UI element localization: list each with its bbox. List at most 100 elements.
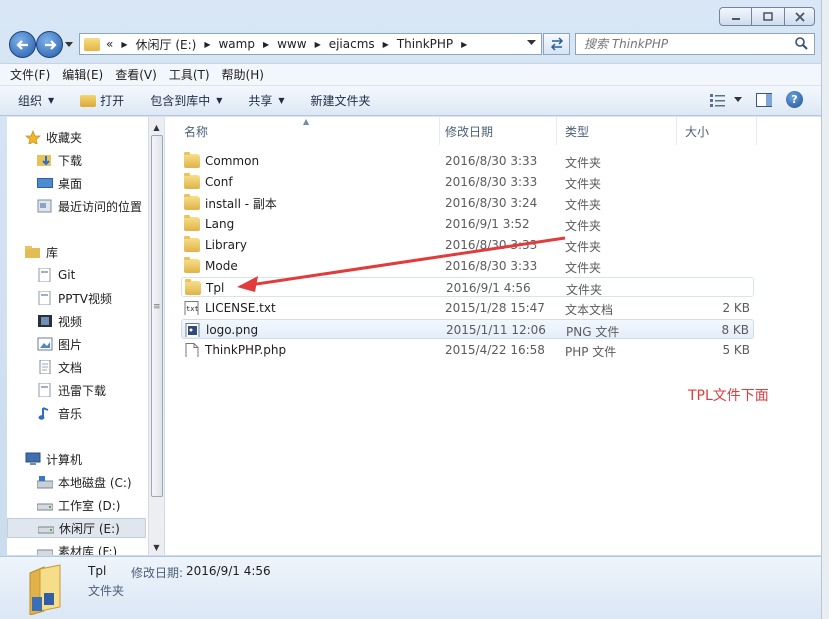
breadcrumb-overflow[interactable]: « xyxy=(106,37,113,51)
sidebar-item-desktop[interactable]: 桌面 xyxy=(37,173,82,193)
column-header-size[interactable]: 大小 xyxy=(677,117,757,145)
column-size-label: 大小 xyxy=(685,124,710,139)
menu-help[interactable]: 帮助(H) xyxy=(222,66,264,83)
file-row[interactable]: logo.png 2015/1/11 12:06 PNG 文件 8 KB xyxy=(181,319,754,339)
file-type: 文件夹 xyxy=(565,177,602,191)
sidebar-item-drive-e[interactable]: 休闲厅 (E:) xyxy=(7,518,146,538)
sidebar-item-label: Git xyxy=(58,268,76,282)
sidebar-scrollbar[interactable]: ▲ ≡ ▼ xyxy=(148,117,164,555)
breadcrumb-item[interactable]: ThinkPHP xyxy=(397,37,453,51)
sidebar-item-music[interactable]: 音乐 xyxy=(37,403,82,423)
sidebar-item-downloads[interactable]: 下载 xyxy=(37,150,82,170)
address-history-dropdown[interactable] xyxy=(527,39,536,49)
xunlei-library-icon xyxy=(38,383,51,397)
music-icon xyxy=(38,407,49,420)
scroll-up-icon[interactable]: ▲ xyxy=(149,119,164,135)
folder-icon xyxy=(184,215,200,231)
column-name-label: 名称 xyxy=(184,124,209,139)
column-header-type[interactable]: 类型 xyxy=(557,117,677,145)
menu-edit[interactable]: 编辑(E) xyxy=(62,66,103,83)
file-row[interactable]: Common 2016/8/30 3:33 文件夹 xyxy=(181,151,754,171)
file-date: 2016/9/1 3:52 xyxy=(445,217,530,231)
sidebar-item-label: PPTV视频 xyxy=(58,291,113,306)
sidebar-item-label: 迅雷下载 xyxy=(58,383,107,398)
file-size: 5 KB xyxy=(722,343,750,357)
menu-view[interactable]: 查看(V) xyxy=(115,66,157,83)
explorer-window: « ▶ 休闲厅 (E:) ▶ wamp ▶ www ▶ ejiacms ▶ Th… xyxy=(0,0,829,619)
preview-pane-icon[interactable] xyxy=(756,92,772,107)
address-bar[interactable]: « ▶ 休闲厅 (E:) ▶ wamp ▶ www ▶ ejiacms ▶ Th… xyxy=(79,33,542,55)
breadcrumb-separator-icon[interactable]: ▶ xyxy=(461,40,467,49)
maximize-button[interactable] xyxy=(752,7,785,26)
sidebar-item-label: 素材库 (F:) xyxy=(58,544,118,556)
breadcrumb-item[interactable]: wamp xyxy=(218,37,254,51)
sidebar-item-videos[interactable]: 视频 xyxy=(37,311,82,331)
breadcrumb-item[interactable]: www xyxy=(277,37,306,51)
sidebar-favorites[interactable]: 收藏夹 xyxy=(25,127,82,147)
file-type: 文件夹 xyxy=(565,219,602,233)
organize-button[interactable]: 组织 ▼ xyxy=(18,92,54,109)
search-icon[interactable] xyxy=(795,37,808,50)
sidebar-item-git[interactable]: Git xyxy=(37,265,75,285)
sidebar-item-label: 图片 xyxy=(58,337,83,352)
close-button[interactable] xyxy=(785,7,815,26)
file-row[interactable]: txt LICENSE.txt 2015/1/28 15:47 文本文档 2 KB xyxy=(181,298,754,318)
sidebar-computer[interactable]: 计算机 xyxy=(25,449,82,469)
breadcrumb-item[interactable]: ejiacms xyxy=(329,37,375,51)
refresh-button[interactable] xyxy=(543,33,570,55)
file-row[interactable]: install - 副本 2016/8/30 3:24 文件夹 xyxy=(181,193,754,213)
organize-label: 组织 xyxy=(18,94,43,108)
sidebar-item-pptv[interactable]: PPTV视频 xyxy=(37,288,112,308)
file-date: 2016/9/1 4:56 xyxy=(446,281,531,295)
scroll-thumb[interactable] xyxy=(151,135,163,497)
file-row[interactable]: Mode 2016/8/30 3:33 文件夹 xyxy=(181,256,754,276)
sidebar-item-documents[interactable]: 文档 xyxy=(37,357,82,377)
menu-file[interactable]: 文件(F) xyxy=(10,66,50,83)
column-header-date[interactable]: 修改日期 xyxy=(437,117,557,145)
file-row[interactable]: Tpl 2016/9/1 4:56 文件夹 xyxy=(181,277,754,297)
sidebar-item-drive-d[interactable]: 工作室 (D:) xyxy=(37,495,120,515)
sidebar-item-xunlei[interactable]: 迅雷下载 xyxy=(37,380,106,400)
file-row[interactable]: Lang 2016/9/1 3:52 文件夹 xyxy=(181,214,754,234)
folder-icon xyxy=(184,194,200,210)
details-pane: Tpl 修改日期: 2016/9/1 4:56 文件夹 xyxy=(0,556,821,619)
pptv-library-icon xyxy=(38,291,51,305)
sidebar-item-drive-c[interactable]: 本地磁盘 (C:) xyxy=(37,472,132,492)
change-view-button[interactable] xyxy=(710,93,742,107)
share-button[interactable]: 共享 ▼ xyxy=(248,92,284,109)
file-name: LICENSE.txt xyxy=(205,301,276,315)
breadcrumb-separator-icon[interactable]: ▶ xyxy=(204,40,210,49)
sidebar-item-drive-f[interactable]: 素材库 (F:) xyxy=(37,541,117,555)
details-view-icon xyxy=(710,93,725,107)
breadcrumb-separator-icon[interactable]: ▶ xyxy=(315,40,321,49)
forward-button[interactable] xyxy=(36,31,63,58)
sidebar-item-recent-places[interactable]: 最近访问的位置 xyxy=(37,196,142,216)
sidebar-item-pictures[interactable]: 图片 xyxy=(37,334,82,354)
help-icon[interactable]: ? xyxy=(786,91,803,108)
breadcrumb-separator-icon[interactable]: ▶ xyxy=(383,40,389,49)
minimize-button[interactable] xyxy=(719,7,752,26)
recent-pages-dropdown[interactable] xyxy=(65,41,73,49)
file-row[interactable]: Library 2016/8/30 3:33 文件夹 xyxy=(181,235,754,255)
new-folder-button[interactable]: 新建文件夹 xyxy=(311,92,371,109)
file-name: Conf xyxy=(205,175,233,189)
breadcrumb-item[interactable]: 休闲厅 (E:) xyxy=(136,36,197,53)
documents-icon xyxy=(39,360,51,374)
search-box[interactable] xyxy=(575,33,815,55)
back-button[interactable] xyxy=(9,31,36,58)
scroll-down-icon[interactable]: ▼ xyxy=(149,539,164,555)
drive-icon xyxy=(37,549,53,555)
menu-tools[interactable]: 工具(T) xyxy=(169,66,210,83)
sidebar-favorites-label: 收藏夹 xyxy=(46,130,83,145)
search-input[interactable] xyxy=(584,37,784,51)
file-type: 文件夹 xyxy=(566,283,603,297)
sidebar-libraries[interactable]: 库 xyxy=(25,242,58,262)
open-button[interactable]: 打开 xyxy=(80,92,124,109)
file-row[interactable]: Conf 2016/8/30 3:33 文件夹 xyxy=(181,172,754,192)
file-row[interactable]: ThinkPHP.php 2015/4/22 16:58 PHP 文件 5 KB xyxy=(181,340,754,360)
file-list-pane: 名称 ▲ 修改日期 类型 大小 Common 2016/8/30 3:33 文件… xyxy=(165,117,821,555)
breadcrumb-separator-icon[interactable]: ▶ xyxy=(263,40,269,49)
minimize-icon xyxy=(731,17,740,20)
include-in-library-button[interactable]: 包含到库中 ▼ xyxy=(150,92,222,109)
breadcrumb-separator-icon[interactable]: ▶ xyxy=(121,40,127,49)
